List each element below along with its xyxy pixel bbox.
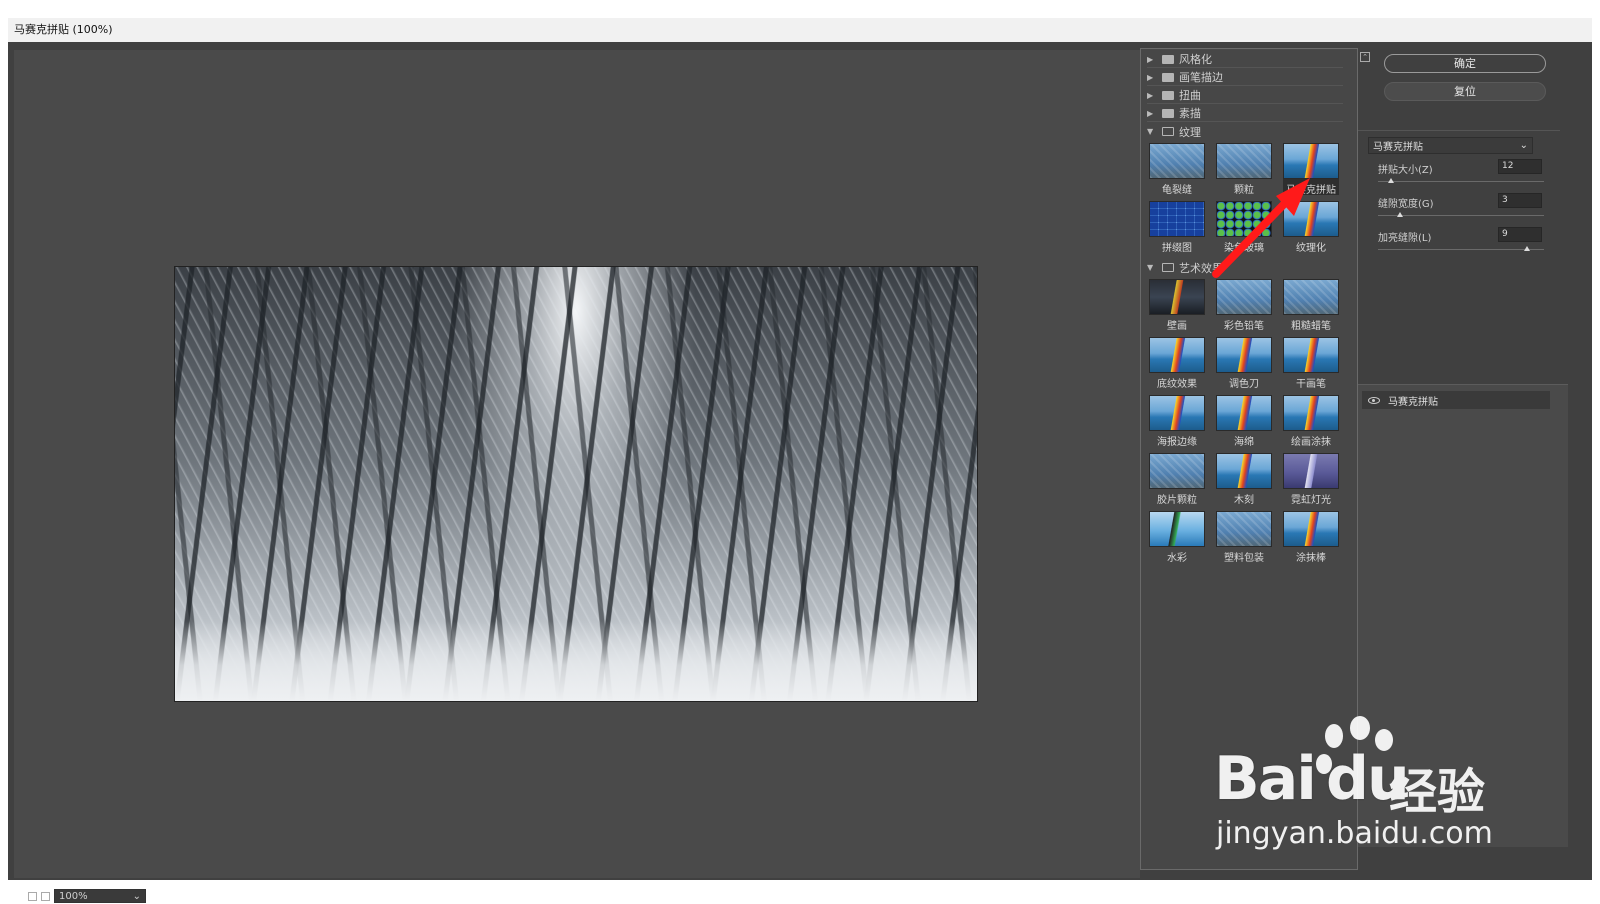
param-value-input[interactable]: 3 — [1498, 193, 1542, 208]
param-value-input[interactable]: 9 — [1498, 227, 1542, 242]
watermark-brand: Bai — [1214, 744, 1317, 814]
baidu-watermark: Bai du 经验 jingyan.baidu.com — [1214, 716, 1494, 866]
reset-button[interactable]: 复位 — [1384, 82, 1546, 101]
filter-thumb-craquelure[interactable]: 龟裂缝 — [1149, 143, 1205, 196]
expand-icon: ▶ — [1147, 54, 1154, 64]
param-label: 加亮缝隙(L) — [1378, 233, 1432, 244]
chevron-down-icon: ⌄ — [1519, 140, 1528, 151]
filter-thumb-plastic-wrap[interactable]: 塑料包装 — [1216, 511, 1272, 564]
category-label: 艺术效果 — [1179, 261, 1223, 275]
category-label: 素描 — [1179, 107, 1201, 120]
expand-icon: ▶ — [1147, 108, 1154, 118]
collapse-icon: ▼ — [1147, 263, 1154, 272]
filter-thumb-texturizer[interactable]: 纹理化 — [1283, 201, 1339, 254]
param-grout-width: 缝隙宽度(G) 3 — [1378, 193, 1548, 227]
folder-icon — [1162, 72, 1174, 82]
filter-thumb-smudge-stick[interactable]: 涂抹棒 — [1283, 511, 1339, 564]
filter-thumb-paint-daubs[interactable]: 绘画涂抹 — [1283, 395, 1339, 448]
expand-icon: ▶ — [1147, 90, 1154, 100]
filter-thumb-poster-edges[interactable]: 海报边缘 — [1149, 395, 1205, 448]
filter-thumb-stained-glass[interactable]: 染色玻璃 — [1216, 201, 1272, 254]
filter-thumb-cutout[interactable]: 木刻 — [1216, 453, 1272, 506]
param-label: 缝隙宽度(G) — [1378, 199, 1434, 210]
category-label: 风格化 — [1179, 53, 1212, 66]
slider-knob-icon[interactable] — [1524, 246, 1531, 251]
filter-thumb-mosaic-tiles[interactable]: 马赛克拼贴 — [1283, 143, 1339, 196]
param-slider-track[interactable] — [1378, 215, 1544, 216]
category-label: 画笔描边 — [1179, 71, 1223, 84]
filter-thumb-rough-pastels[interactable]: 粗糙蜡笔 — [1283, 279, 1339, 332]
category-label: 扭曲 — [1179, 89, 1201, 102]
filter-thumb-underpainting[interactable]: 底纹效果 — [1149, 337, 1205, 390]
filter-select-value: 马赛克拼贴 — [1373, 142, 1423, 153]
watermark-cn: 经验 — [1389, 764, 1486, 820]
folder-open-icon — [1162, 263, 1174, 272]
effect-layer-name: 马赛克拼贴 — [1388, 396, 1438, 408]
collapse-icon: ▼ — [1147, 127, 1154, 136]
category-distort[interactable]: ▶ 扭曲 — [1147, 87, 1343, 104]
zoom-in-icon[interactable] — [41, 891, 50, 901]
param-tile-size: 拼贴大小(Z) 12 — [1378, 159, 1548, 193]
preview-image — [174, 266, 978, 702]
expand-icon: ▶ — [1147, 72, 1154, 82]
filter-thumb-neon-glow[interactable]: 霓虹灯光 — [1283, 453, 1339, 506]
filter-thumb-fresco[interactable]: 壁画 — [1149, 279, 1205, 332]
zoom-out-icon[interactable] — [28, 891, 37, 901]
effect-layer-item[interactable]: 马赛克拼贴 — [1362, 391, 1550, 409]
watermark-url: jingyan.baidu.com — [1216, 816, 1493, 851]
param-lighten-grout: 加亮缝隙(L) 9 — [1378, 227, 1548, 261]
filter-thumb-watercolor[interactable]: 水彩 — [1149, 511, 1205, 564]
category-artistic[interactable]: ▼ 艺术效果 — [1147, 259, 1343, 276]
param-value-input[interactable]: 12 — [1498, 159, 1542, 174]
preview-canvas[interactable]: 100% ⌄ — [14, 50, 1140, 903]
slider-knob-icon[interactable] — [1388, 178, 1395, 183]
filter-thumb-palette-knife[interactable]: 调色刀 — [1216, 337, 1272, 390]
collapse-panel-icon[interactable]: ⌃ — [1360, 52, 1370, 62]
category-sketch[interactable]: ▶ 素描 — [1147, 105, 1343, 122]
param-slider-track[interactable] — [1378, 249, 1544, 250]
filter-thumb-colored-pencil[interactable]: 彩色铅笔 — [1216, 279, 1272, 332]
folder-icon — [1162, 90, 1174, 100]
visibility-eye-icon[interactable] — [1368, 396, 1380, 404]
category-brush-strokes[interactable]: ▶ 画笔描边 — [1147, 69, 1343, 86]
folder-open-icon — [1162, 127, 1174, 136]
category-stylize[interactable]: ▶ 风格化 — [1147, 51, 1343, 68]
param-slider-track[interactable] — [1378, 181, 1544, 182]
filter-parameters: 马赛克拼贴 ⌄ 拼贴大小(Z) 12 缝隙宽度(G) 3 加亮缝隙(L) 9 — [1358, 130, 1560, 375]
param-label: 拼贴大小(Z) — [1378, 165, 1433, 176]
category-texture[interactable]: ▼ 纹理 — [1147, 123, 1343, 140]
filter-thumb-sponge[interactable]: 海绵 — [1216, 395, 1272, 448]
filter-thumb-patchwork[interactable]: 拼缀图 — [1149, 201, 1205, 254]
filter-thumb-film-grain[interactable]: 胶片颗粒 — [1149, 453, 1205, 506]
folder-icon — [1162, 108, 1174, 118]
zoom-control: 100% ⌄ — [28, 888, 146, 904]
folder-icon — [1162, 54, 1174, 64]
slider-knob-icon[interactable] — [1396, 212, 1403, 217]
category-label: 纹理 — [1179, 125, 1201, 139]
filter-thumb-dry-brush[interactable]: 干画笔 — [1283, 337, 1339, 390]
zoom-select[interactable]: 100% ⌄ — [54, 889, 146, 903]
filter-select[interactable]: 马赛克拼贴 ⌄ — [1368, 137, 1533, 154]
filter-thumb-grain[interactable]: 颗粒 — [1216, 143, 1272, 196]
ok-button[interactable]: 确定 — [1384, 54, 1546, 73]
window-title: 马赛克拼贴 (100%) — [8, 18, 1592, 42]
